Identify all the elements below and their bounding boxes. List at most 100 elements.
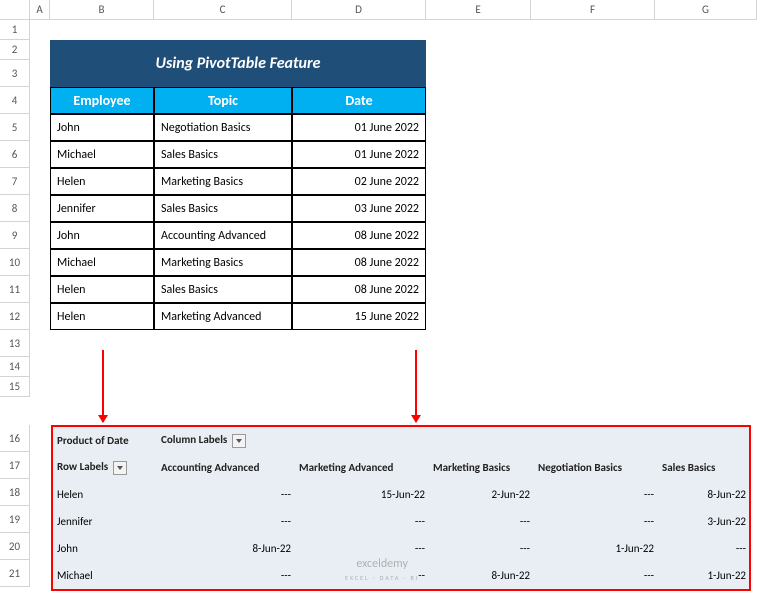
pivot-cell[interactable]: 2-Jun-22 <box>429 488 534 501</box>
row-header[interactable]: 9 <box>0 222 30 249</box>
table-cell[interactable]: 08 June 2022 <box>292 276 426 303</box>
pivot-cell[interactable]: --- <box>534 515 658 528</box>
row-header[interactable]: 16 <box>0 425 30 452</box>
pivot-cell[interactable]: 1-Jun-22 <box>534 542 658 555</box>
row-header[interactable]: 11 <box>0 276 30 303</box>
pivot-row-labels[interactable]: Row Labels <box>53 460 157 474</box>
table-cell[interactable]: Marketing Advanced <box>154 303 292 330</box>
pivot-col-header: Marketing Basics <box>429 461 534 474</box>
row-header[interactable]: 18 <box>0 479 30 506</box>
table-cell[interactable]: John <box>50 222 154 249</box>
grid-corner <box>0 0 30 20</box>
table-cell[interactable]: Helen <box>50 303 154 330</box>
pivot-row-label: Jennifer <box>53 515 157 528</box>
row-header[interactable]: 13 <box>0 330 30 357</box>
table-cell[interactable]: 03 June 2022 <box>292 195 426 222</box>
table-cell[interactable]: Michael <box>50 249 154 276</box>
table-cell[interactable]: 15 June 2022 <box>292 303 426 330</box>
pivot-cell[interactable]: --- <box>157 569 295 582</box>
table-cell[interactable]: Accounting Advanced <box>154 222 292 249</box>
page-title: Using PivotTable Feature <box>50 40 426 87</box>
pivot-row-label: Helen <box>53 488 157 501</box>
table-header: Topic <box>154 87 292 114</box>
row-header[interactable]: 2 <box>0 40 30 60</box>
pivot-cell[interactable]: --- <box>429 515 534 528</box>
table-cell[interactable]: Marketing Basics <box>154 168 292 195</box>
pivot-data-row: Jennifer------------3-Jun-22 <box>53 508 749 535</box>
table-cell[interactable]: Marketing Basics <box>154 249 292 276</box>
watermark: exceldemy EXCEL · DATA · BI <box>345 558 419 584</box>
pivot-header-row: Row Labels Accounting Advanced Marketing… <box>53 454 749 481</box>
row-header[interactable]: 4 <box>0 87 30 114</box>
pivot-column-labels[interactable]: Column Labels <box>157 433 295 447</box>
row-header[interactable]: 17 <box>0 452 30 479</box>
table-header: Employee <box>50 87 154 114</box>
col-header-E[interactable]: E <box>426 0 531 20</box>
table-cell[interactable]: 01 June 2022 <box>292 114 426 141</box>
pivot-cell[interactable]: 8-Jun-22 <box>429 569 534 582</box>
table-cell[interactable]: 08 June 2022 <box>292 222 426 249</box>
table-cell[interactable]: 02 June 2022 <box>292 168 426 195</box>
row-header[interactable]: 15 <box>0 377 30 397</box>
col-header-D[interactable]: D <box>292 0 426 20</box>
row-header[interactable]: 7 <box>0 168 30 195</box>
arrow-icon <box>415 350 417 422</box>
table-cell[interactable]: Sales Basics <box>154 276 292 303</box>
row-header[interactable]: 21 <box>0 560 30 587</box>
pivot-cell[interactable]: 8-Jun-22 <box>658 488 750 501</box>
pivot-cell[interactable]: --- <box>429 542 534 555</box>
table-cell[interactable]: Michael <box>50 141 154 168</box>
row-header[interactable]: 6 <box>0 141 30 168</box>
table-cell[interactable]: Jennifer <box>50 195 154 222</box>
table-cell[interactable]: John <box>50 114 154 141</box>
pivot-cell[interactable]: 3-Jun-22 <box>658 515 750 528</box>
spreadsheet-grid: A B C D E F G 123456789101112131415Using… <box>0 0 767 397</box>
col-header-F[interactable]: F <box>531 0 655 20</box>
watermark-tag: EXCEL · DATA · BI <box>345 574 419 582</box>
row-header[interactable]: 14 <box>0 357 30 377</box>
col-header-B[interactable]: B <box>50 0 154 20</box>
table-cell[interactable]: Sales Basics <box>154 195 292 222</box>
pivot-cell[interactable]: 1-Jun-22 <box>658 569 750 582</box>
pivot-col-header: Negotiation Basics <box>534 461 658 474</box>
pivot-cell[interactable]: --- <box>658 542 750 555</box>
pivot-cell[interactable]: --- <box>534 488 658 501</box>
table-cell[interactable]: 01 June 2022 <box>292 141 426 168</box>
row-header[interactable]: 19 <box>0 506 30 533</box>
pivot-row-label: John <box>53 542 157 555</box>
row-header[interactable]: 1 <box>0 20 30 40</box>
row-header[interactable]: 3 <box>0 60 30 87</box>
pivot-col-header: Accounting Advanced <box>157 461 295 474</box>
pivot-cell[interactable]: 8-Jun-22 <box>157 542 295 555</box>
row-headers-pivot: 16 17 18 19 20 21 <box>0 425 30 587</box>
table-cell[interactable]: 08 June 2022 <box>292 249 426 276</box>
col-header-G[interactable]: G <box>655 0 757 20</box>
pivot-cell[interactable]: --- <box>295 515 429 528</box>
row-header[interactable]: 8 <box>0 195 30 222</box>
pivot-row-label: Michael <box>53 569 157 582</box>
row-header[interactable]: 20 <box>0 533 30 560</box>
table-cell[interactable]: Helen <box>50 276 154 303</box>
pivot-cell[interactable]: 15-Jun-22 <box>295 488 429 501</box>
pivot-cell[interactable]: --- <box>295 542 429 555</box>
col-header-C[interactable]: C <box>154 0 292 20</box>
col-header-A[interactable]: A <box>30 0 50 20</box>
row-header[interactable]: 10 <box>0 249 30 276</box>
pivot-cell[interactable]: --- <box>157 515 295 528</box>
pivot-col-header: Marketing Advanced <box>295 461 429 474</box>
pivot-top-row: Product of Date Column Labels <box>53 427 749 454</box>
pivot-cell[interactable]: --- <box>534 569 658 582</box>
table-cell[interactable]: Negotiation Basics <box>154 114 292 141</box>
table-header: Date <box>292 87 426 114</box>
pivot-cell[interactable]: --- <box>157 488 295 501</box>
chevron-down-icon[interactable] <box>232 434 246 448</box>
row-header[interactable]: 12 <box>0 303 30 330</box>
pivot-data-row: Helen---15-Jun-222-Jun-22---8-Jun-22 <box>53 481 749 508</box>
chevron-down-icon[interactable] <box>113 461 127 475</box>
row-header[interactable]: 5 <box>0 114 30 141</box>
table-cell[interactable]: Sales Basics <box>154 141 292 168</box>
table-cell[interactable]: Helen <box>50 168 154 195</box>
arrow-icon <box>102 350 104 422</box>
pivot-corner-label: Product of Date <box>53 434 157 447</box>
watermark-brand: exceldemy <box>356 557 408 571</box>
